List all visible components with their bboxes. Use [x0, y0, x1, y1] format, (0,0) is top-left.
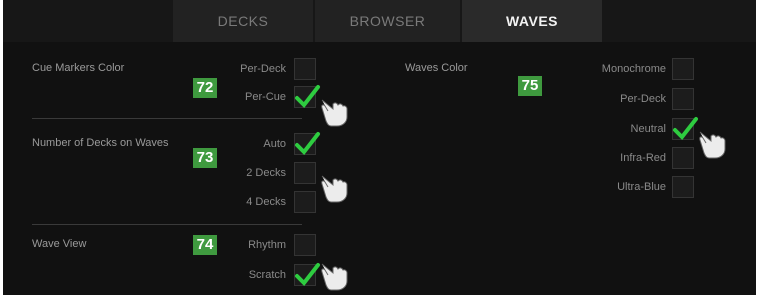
- checkbox-color-ultra-blue[interactable]: [672, 176, 694, 198]
- checkbox-color-monochrome[interactable]: [672, 58, 694, 80]
- option-label-scratch: Scratch: [248, 269, 286, 281]
- option-label-neutral: Neutral: [630, 123, 666, 135]
- option-label-per-cue: Per-Cue: [245, 91, 286, 103]
- waves-color-label: Waves Color: [405, 62, 468, 74]
- tab-browser[interactable]: BROWSER: [315, 0, 460, 42]
- checkbox-cue-per-deck[interactable]: [294, 58, 316, 80]
- option-label-4-decks: 4 Decks: [246, 196, 286, 208]
- section-divider: [32, 224, 302, 225]
- pointing-hand-icon: [321, 175, 348, 203]
- checkbox-wave-rhythm[interactable]: [294, 234, 316, 256]
- checkbox-color-infra-red[interactable]: [672, 147, 694, 169]
- section-divider: [32, 118, 302, 119]
- settings-content: Cue Markers Color 72 Per-Deck Per-Cue Nu…: [3, 42, 756, 295]
- tab-decks[interactable]: DECKS: [173, 0, 313, 42]
- checkbox-decks-2[interactable]: [294, 162, 316, 184]
- option-label-auto: Auto: [263, 138, 286, 150]
- decks-on-waves-label: Number of Decks on Waves: [32, 137, 169, 149]
- checkbox-cue-per-cue[interactable]: [294, 85, 320, 109]
- checkmark-icon: [295, 263, 320, 287]
- cue-markers-color-label: Cue Markers Color: [32, 62, 125, 74]
- checkbox-decks-4[interactable]: [294, 191, 316, 213]
- checkbox-color-per-deck[interactable]: [672, 88, 694, 110]
- waves-settings-panel: DECKS BROWSER WAVES Cue Markers Color 72…: [3, 0, 756, 295]
- option-label-monochrome: Monochrome: [601, 63, 666, 75]
- wave-view-label: Wave View: [32, 238, 87, 250]
- checkmark-icon: [295, 85, 320, 109]
- badge-73: 73: [193, 148, 217, 168]
- option-label-per-deck-color: Per-Deck: [620, 93, 666, 105]
- badge-72: 72: [193, 78, 217, 98]
- option-label-rhythm: Rhythm: [248, 239, 286, 251]
- checkbox-decks-auto[interactable]: [294, 132, 320, 156]
- checkbox-color-neutral[interactable]: [672, 117, 698, 141]
- pointing-hand-icon: [321, 263, 348, 291]
- checkmark-icon: [295, 132, 320, 156]
- checkmark-icon: [673, 117, 698, 141]
- badge-75: 75: [518, 76, 542, 96]
- tab-bar: DECKS BROWSER WAVES: [3, 0, 756, 42]
- option-label-infra-red: Infra-Red: [620, 152, 666, 164]
- option-label-ultra-blue: Ultra-Blue: [617, 181, 666, 193]
- pointing-hand-icon: [321, 99, 348, 127]
- checkbox-wave-scratch[interactable]: [294, 263, 320, 287]
- tab-waves[interactable]: WAVES: [462, 0, 602, 42]
- pointing-hand-icon: [699, 131, 726, 159]
- option-label-per-deck: Per-Deck: [240, 63, 286, 75]
- badge-74: 74: [193, 235, 217, 255]
- option-label-2-decks: 2 Decks: [246, 167, 286, 179]
